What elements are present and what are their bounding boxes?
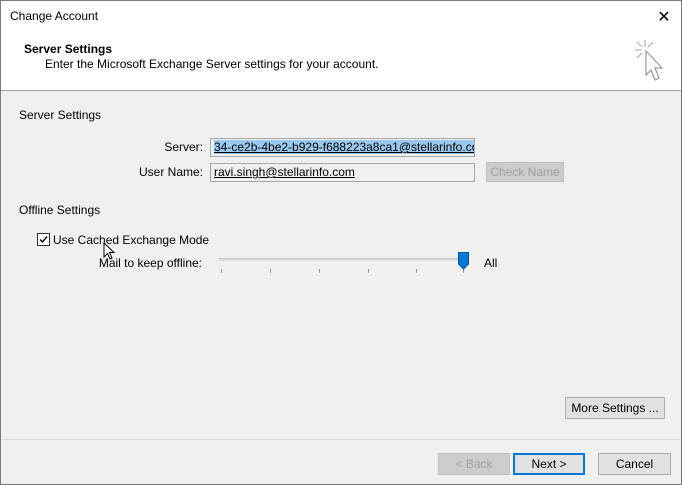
slider-thumb[interactable] (458, 252, 469, 270)
server-settings-heading: Server Settings (19, 108, 102, 122)
cached-mode-checkbox[interactable] (37, 233, 50, 246)
mail-keep-offline-value: All (484, 256, 498, 270)
slider-track[interactable] (219, 258, 467, 261)
check-name-button[interactable]: Check Name (486, 162, 564, 182)
header-title: Server Settings (24, 42, 113, 56)
header-subtitle: Enter the Microsoft Exchange Server sett… (45, 57, 379, 71)
back-button[interactable]: < Back (438, 453, 510, 475)
server-label: Server: (164, 140, 203, 154)
slider-tick (416, 269, 417, 273)
dialog-header: Server Settings Enter the Microsoft Exch… (1, 32, 681, 90)
cursor-click-sparkle-icon (635, 40, 664, 81)
mail-keep-offline-label: Mail to keep offline: (98, 256, 202, 270)
close-icon: ✕ (657, 8, 671, 26)
slider-tick (270, 269, 271, 273)
checkmark-icon (39, 236, 48, 244)
next-button[interactable]: Next > (513, 453, 585, 475)
offline-settings-heading: Offline Settings (19, 203, 101, 217)
server-value: 34-ce2b-4be2-b929-f688223a8ca1@stellarin… (214, 140, 474, 154)
change-account-dialog: Change Account ✕ Server Settings Enter t… (0, 0, 682, 485)
footer-divider (1, 439, 681, 440)
window-title: Change Account (10, 9, 99, 23)
cached-mode-label[interactable]: Use Cached Exchange Mode (53, 233, 209, 247)
close-button[interactable]: ✕ (647, 1, 681, 32)
slider-tick (221, 269, 222, 273)
slider-tick (368, 269, 369, 273)
user-name-field[interactable]: ravi.singh@stellarinfo.com (210, 163, 475, 182)
user-name-value: ravi.singh@stellarinfo.com (214, 165, 355, 179)
more-settings-button[interactable]: More Settings ... (565, 397, 665, 419)
server-field[interactable]: 34-ce2b-4be2-b929-f688223a8ca1@stellarin… (210, 138, 475, 157)
mouse-pointer-icon (103, 242, 116, 260)
cancel-button[interactable]: Cancel (598, 453, 671, 475)
slider-tick (319, 269, 320, 273)
user-name-label: User Name: (138, 165, 203, 179)
title-bar: Change Account ✕ (1, 1, 681, 32)
